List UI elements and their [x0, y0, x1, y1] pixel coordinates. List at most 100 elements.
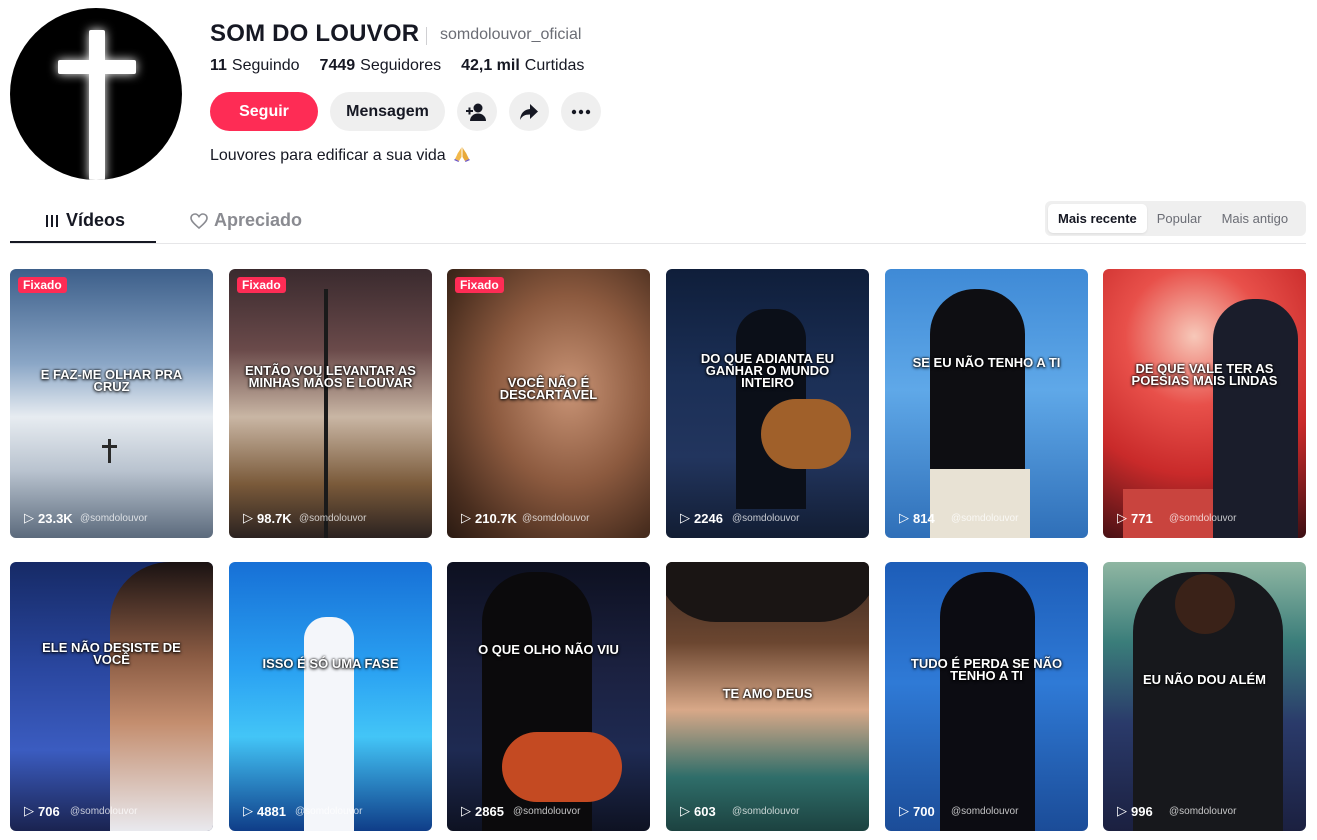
mic-stand-figure [324, 289, 328, 538]
video-card[interactable]: O QUE OLHO NÃO VIU ▷ 2865 @somdolouvor [447, 562, 650, 831]
profile-avatar [10, 8, 182, 180]
bio-text: Louvores para edificar a sua vida [210, 147, 446, 164]
video-card[interactable]: DE QUE VALE TER AS POESIAS MAIS LINDAS ▷… [1103, 269, 1306, 538]
grid-bars-icon [46, 214, 58, 227]
play-icon: ▷ [680, 803, 690, 818]
view-count: ▷ 706 [24, 803, 60, 819]
video-caption: ISSO É SÓ UMA FASE [262, 656, 399, 671]
play-icon: ▷ [461, 510, 471, 525]
video-caption: O QUE OLHO NÃO VIU [478, 642, 619, 657]
follow-button[interactable]: Seguir [210, 92, 318, 131]
video-caption: E FAZ-ME OLHAR PRA CRUZ [40, 367, 183, 394]
video-card[interactable]: EU NÃO DOU ALÉM ▷ 996 @somdolouvor [1103, 562, 1306, 831]
play-icon: ▷ [1117, 510, 1127, 525]
video-watermark: @somdolouvor [951, 513, 1019, 524]
followers-stat[interactable]: 7449 Seguidores [320, 57, 442, 75]
video-watermark: @somdolouvor [951, 806, 1019, 817]
video-watermark: @somdolouvor [295, 806, 363, 817]
guitar-figure [761, 399, 851, 469]
video-card[interactable]: Fixado E FAZ-ME OLHAR PRA CRUZ ▷ 23.3K @s… [10, 269, 213, 538]
name-separator [426, 27, 427, 45]
sort-popular[interactable]: Popular [1147, 204, 1212, 233]
video-card[interactable]: TE AMO DEUS ▷ 603 @somdolouvor [666, 562, 869, 831]
pinned-badge: Fixado [18, 277, 67, 293]
following-stat[interactable]: 11 Seguindo [210, 57, 300, 75]
cross-logo-vertical [89, 30, 105, 180]
following-label: Seguindo [231, 57, 300, 74]
tab-liked[interactable]: Apreciado [190, 210, 302, 231]
singer-figure [110, 562, 213, 831]
pinned-badge: Fixado [455, 277, 504, 293]
view-count: ▷ 210.7K [461, 510, 517, 526]
sort-oldest[interactable]: Mais antigo [1212, 204, 1298, 233]
play-icon: ▷ [461, 803, 471, 818]
message-button[interactable]: Mensagem [330, 92, 445, 131]
view-count: ▷ 2246 [680, 510, 723, 526]
likes-stat: 42,1 mil Curtidas [461, 57, 584, 75]
sort-recent[interactable]: Mais recente [1048, 204, 1147, 233]
play-icon: ▷ [680, 510, 690, 525]
add-user-icon [466, 103, 486, 121]
video-watermark: @somdolouvor [522, 513, 590, 524]
guitar-figure [502, 732, 622, 802]
tab-videos-label: Vídeos [66, 210, 126, 230]
view-count: ▷ 603 [680, 803, 716, 819]
pinned-badge: Fixado [237, 277, 286, 293]
view-count: ▷ 4881 [243, 803, 286, 819]
tabs-divider [10, 243, 1306, 244]
play-icon: ▷ [24, 803, 34, 818]
video-card[interactable]: ELE NÃO DESISTE DE VOCÊ ▷ 706 @somdolouvo… [10, 562, 213, 831]
view-count: ▷ 23.3K [24, 510, 73, 526]
view-count: ▷ 2865 [461, 803, 504, 819]
profile-name: SOM DO LOUVOR [210, 20, 420, 47]
video-watermark: @somdolouvor [732, 513, 800, 524]
play-icon: ▷ [899, 803, 909, 818]
tab-liked-label: Apreciado [214, 210, 303, 230]
play-icon: ▷ [243, 803, 253, 818]
video-watermark: @somdolouvor [299, 513, 367, 524]
video-card[interactable]: ISSO É SÓ UMA FASE ▷ 4881 @somdolouvor [229, 562, 432, 831]
video-caption: TE AMO DEUS [722, 686, 813, 701]
view-count: ▷ 98.7K [243, 510, 292, 526]
video-watermark: @somdolouvor [513, 806, 581, 817]
video-card[interactable]: Fixado ENTÃO VOU LEVANTAR AS MINHAS MÃOS… [229, 269, 432, 538]
video-card[interactable]: TUDO É PERDA SE NÃO TENHO A TI ▷ 700 @som… [885, 562, 1088, 831]
praying-hands-icon [454, 147, 471, 162]
play-icon: ▷ [243, 510, 253, 525]
video-caption: DO QUE ADIANTA EU GANHAR O MUNDO INTEIRO [700, 351, 835, 390]
video-card[interactable]: DO QUE ADIANTA EU GANHAR O MUNDO INTEIRO… [666, 269, 869, 538]
singer-figure [940, 572, 1035, 831]
video-watermark: @somdolouvor [80, 513, 148, 524]
video-caption: TUDO É PERDA SE NÃO TENHO A TI [910, 656, 1063, 683]
view-count: ▷ 700 [899, 803, 935, 819]
likes-count: 42,1 mil [461, 57, 520, 74]
profile-bio: Louvores para edificar a sua vida [210, 146, 471, 165]
sort-selector: Mais recente Popular Mais antigo [1045, 201, 1306, 236]
video-caption: ELE NÃO DESISTE DE VOCÊ [42, 640, 181, 667]
heart-outline-icon [190, 212, 208, 229]
more-options-button[interactable] [561, 92, 601, 131]
play-icon: ▷ [24, 510, 34, 525]
tab-videos[interactable]: Vídeos [44, 210, 125, 231]
video-watermark: @somdolouvor [70, 806, 138, 817]
share-button[interactable] [509, 92, 549, 131]
view-count: ▷ 996 [1117, 803, 1153, 819]
following-count: 11 [210, 57, 227, 74]
followers-count: 7449 [319, 57, 356, 74]
video-watermark: @somdolouvor [1169, 513, 1237, 524]
profile-stats: 11 Seguindo 7449 Seguidores 42,1 mil Curtid… [210, 57, 584, 75]
view-count: ▷ 814 [899, 510, 935, 526]
video-card[interactable]: Fixado VOCÊ NÃO É DESCARTÁVEL ▷ 210.7K @s… [447, 269, 650, 538]
video-caption: VOCÊ NÃO É DESCARTÁVEL [499, 375, 598, 402]
video-card[interactable]: SE EU NÃO TENHO A TI ▷ 814 @somdolouvor [885, 269, 1088, 538]
singer-figure [304, 617, 354, 831]
singer-figure [1213, 299, 1298, 538]
cross-logo-horizontal [58, 60, 136, 74]
hat-figure [666, 562, 869, 622]
add-friend-button[interactable] [457, 92, 497, 131]
play-icon: ▷ [1117, 803, 1127, 818]
play-icon: ▷ [899, 510, 909, 525]
likes-label: Curtidas [524, 57, 585, 74]
profile-handle: somdolouvor_oficial [440, 26, 582, 43]
followers-label: Seguidores [360, 57, 442, 74]
